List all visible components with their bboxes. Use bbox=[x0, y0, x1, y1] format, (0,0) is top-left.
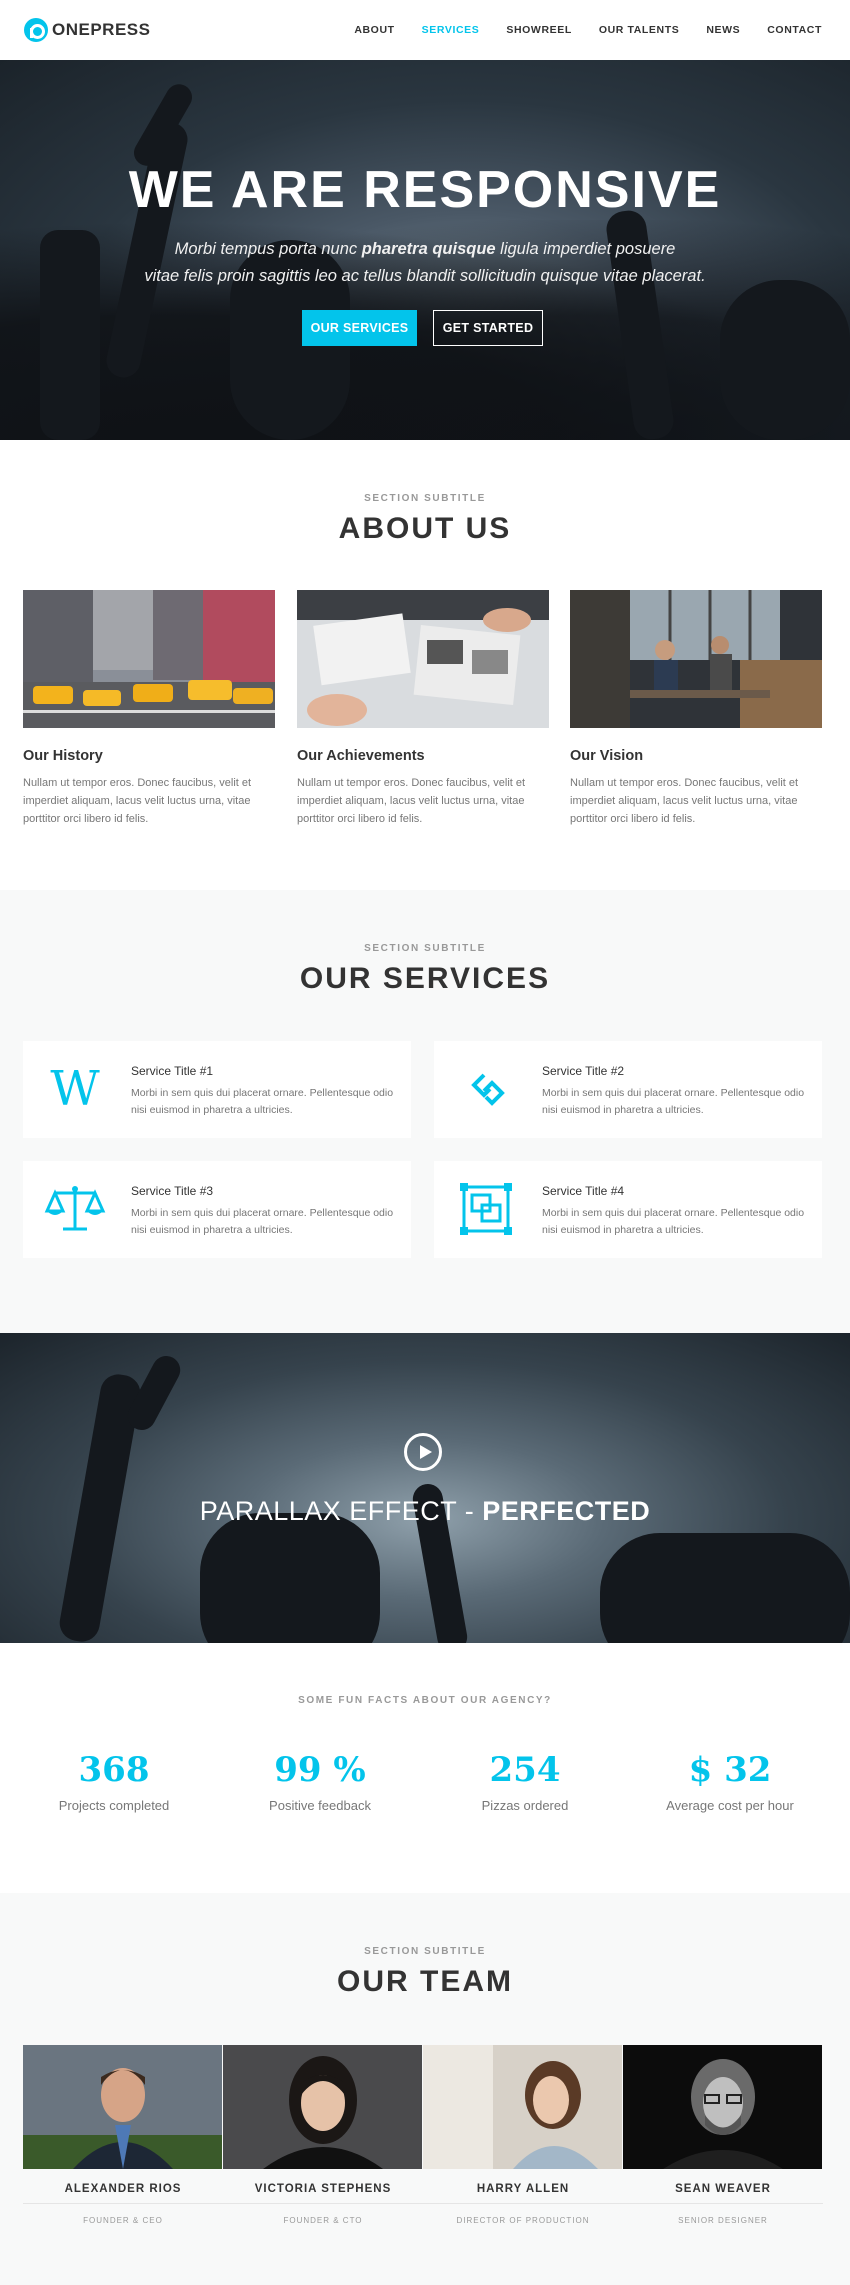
fact-label: Positive feedback bbox=[269, 1798, 371, 1813]
member-name: VICTORIA STEPHENS bbox=[254, 2183, 392, 2195]
site-header: ONEPRESS ABOUT SERVICES SHOWREEL OUR TAL… bbox=[0, 0, 850, 60]
main-nav: ABOUT SERVICES SHOWREEL OUR TALENTS NEWS… bbox=[327, 24, 822, 36]
team-subtitle: SECTION SUBTITLE bbox=[364, 1946, 486, 1957]
get-started-button[interactable]: GET STARTED bbox=[433, 310, 543, 346]
service-card-2: Service Title #2 Morbi in sem quis dui p… bbox=[434, 1041, 822, 1138]
member-role: SENIOR DESIGNER bbox=[678, 2216, 768, 2225]
service-text: Morbi in sem quis dui placerat ornare. P… bbox=[131, 1087, 394, 1116]
member-photo bbox=[223, 2045, 422, 2169]
about-card-history: Our History Nullam ut tempor eros. Donec… bbox=[23, 590, 275, 828]
about-card-vision: Our Vision Nullam ut tempor eros. Donec … bbox=[570, 590, 822, 828]
nav-about[interactable]: ABOUT bbox=[354, 24, 394, 36]
achievements-image bbox=[297, 590, 549, 728]
play-video-icon[interactable] bbox=[404, 1433, 442, 1471]
team-member[interactable]: VICTORIA STEPHENS FOUNDER & CTO bbox=[223, 2045, 423, 2225]
service-card-1: W Service Title #1 Morbi in sem quis dui… bbox=[23, 1041, 411, 1138]
fact-label: Average cost per hour bbox=[666, 1798, 794, 1813]
member-name: ALEXANDER RIOS bbox=[64, 2183, 182, 2195]
fact-label: Pizzas ordered bbox=[481, 1798, 569, 1813]
svg-text:W: W bbox=[50, 1063, 100, 1115]
wikipedia-icon: W bbox=[43, 1061, 107, 1117]
nav-news[interactable]: NEWS bbox=[706, 24, 740, 36]
fact-item: 254 Pizzas ordered bbox=[425, 1750, 625, 1813]
service-title: Service Title #4 bbox=[542, 1184, 625, 1198]
fact-item: $ 32 Average cost per hour bbox=[630, 1750, 830, 1813]
nav-showreel[interactable]: SHOWREEL bbox=[506, 24, 571, 36]
member-name: HARRY ALLEN bbox=[476, 2183, 570, 2195]
nav-our-talents[interactable]: OUR TALENTS bbox=[599, 24, 680, 36]
site-logo[interactable]: ONEPRESS bbox=[24, 18, 150, 42]
member-name: SEAN WEAVER bbox=[675, 2183, 771, 2195]
about-card-text: Nullam ut tempor eros. Donec faucibus, v… bbox=[23, 777, 252, 825]
logo-text: ONEPRESS bbox=[52, 20, 151, 39]
member-role: FOUNDER & CEO bbox=[83, 2216, 163, 2225]
about-card-text: Nullam ut tempor eros. Donec faucibus, v… bbox=[570, 777, 799, 825]
our-services-button[interactable]: OUR SERVICES bbox=[302, 310, 417, 346]
services-subtitle: SECTION SUBTITLE bbox=[364, 943, 486, 954]
about-card-text: Nullam ut tempor eros. Donec faucibus, v… bbox=[297, 777, 526, 825]
parallax-heading: PARALLAX EFFECT - PERFECTED bbox=[199, 1496, 651, 1526]
parallax-section: PARALLAX EFFECT - PERFECTED bbox=[0, 1333, 850, 1643]
service-title: Service Title #3 bbox=[131, 1184, 214, 1198]
about-card-title: Our History bbox=[23, 748, 103, 764]
fact-number: 99 % bbox=[274, 1750, 366, 1790]
team-member[interactable]: SEAN WEAVER SENIOR DESIGNER bbox=[623, 2045, 823, 2225]
about-card-achievements: Our Achievements Nullam ut tempor eros. … bbox=[297, 590, 549, 828]
object-group-icon bbox=[454, 1183, 518, 1235]
service-text: Morbi in sem quis dui placerat ornare. P… bbox=[542, 1087, 805, 1116]
balance-scale-icon bbox=[43, 1183, 107, 1235]
team-member[interactable]: HARRY ALLEN DIRECTOR OF PRODUCTION bbox=[423, 2045, 623, 2225]
member-role: DIRECTOR OF PRODUCTION bbox=[456, 2216, 590, 2225]
fact-number: 254 bbox=[489, 1750, 561, 1790]
fact-label: Projects completed bbox=[58, 1798, 170, 1813]
about-card-title: Our Achievements bbox=[297, 748, 425, 764]
member-role: FOUNDER & CTO bbox=[283, 2216, 363, 2225]
hero-subtitle: Morbi tempus porta nunc pharetra quisque… bbox=[144, 240, 706, 285]
service-text: Morbi in sem quis dui placerat ornare. P… bbox=[542, 1207, 805, 1236]
hero-section: WE ARE RESPONSIVE Morbi tempus porta nun… bbox=[0, 60, 850, 440]
service-title: Service Title #2 bbox=[542, 1064, 625, 1078]
fact-number: $ 32 bbox=[688, 1750, 772, 1790]
member-photo bbox=[423, 2045, 622, 2169]
vision-image bbox=[570, 590, 822, 728]
fact-item: 99 % Positive feedback bbox=[220, 1750, 420, 1813]
service-card-4: Service Title #4 Morbi in sem quis dui p… bbox=[434, 1161, 822, 1258]
member-photo bbox=[623, 2045, 822, 2169]
history-image bbox=[23, 590, 275, 728]
service-title: Service Title #1 bbox=[131, 1064, 214, 1078]
nav-contact[interactable]: CONTACT bbox=[767, 24, 822, 36]
about-subtitle: SECTION SUBTITLE bbox=[364, 493, 486, 504]
about-card-title: Our Vision bbox=[570, 748, 644, 764]
service-text: Morbi in sem quis dui placerat ornare. P… bbox=[131, 1207, 394, 1236]
hero-title: WE ARE RESPONSIVE bbox=[128, 161, 722, 219]
services-title: OUR SERVICES bbox=[299, 962, 551, 995]
team-title: OUR TEAM bbox=[337, 1965, 513, 1998]
fact-item: 368 Projects completed bbox=[14, 1750, 214, 1813]
facts-subtitle: SOME FUN FACTS ABOUT OUR AGENCY? bbox=[298, 1695, 552, 1706]
nav-services[interactable]: SERVICES bbox=[422, 24, 480, 36]
service-card-3: Service Title #3 Morbi in sem quis dui p… bbox=[23, 1161, 411, 1258]
member-photo bbox=[23, 2045, 222, 2169]
links-icon bbox=[454, 1063, 518, 1115]
team-member[interactable]: ALEXANDER RIOS FOUNDER & CEO bbox=[23, 2045, 223, 2225]
fact-number: 368 bbox=[78, 1750, 150, 1790]
about-title: ABOUT US bbox=[338, 512, 512, 545]
onepress-logo-icon bbox=[24, 18, 48, 42]
